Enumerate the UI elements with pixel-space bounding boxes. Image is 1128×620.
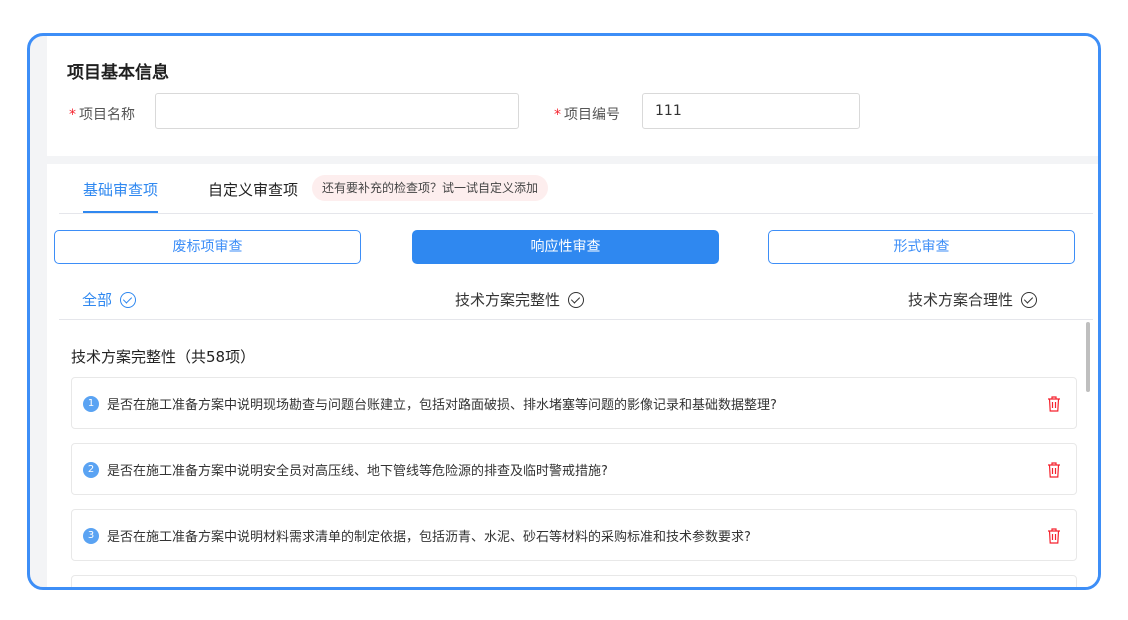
check-circle-icon <box>120 291 137 308</box>
formal-review-button[interactable]: 形式审查 <box>768 230 1075 264</box>
custom-tip-badge: 还有要补充的检查项？试一试自定义添加 <box>312 175 549 201</box>
basic-info-title: 项目基本信息 <box>67 63 169 83</box>
filter-rationality-label: 技术方案合理性 <box>908 291 1014 309</box>
project-number-label: * 项目编号 <box>554 104 620 124</box>
item-number-badge: 1 <box>83 396 99 412</box>
filter-completeness[interactable]: 技术方案完整性 <box>455 289 585 310</box>
item-text: 是否在施工准备方案中说明现场勘查与问题台账建立，包括对路面破损、排水堵塞等问题的… <box>107 398 777 413</box>
filter-rationality[interactable]: 技术方案合理性 <box>908 289 1038 310</box>
tab-basic-review[interactable]: 基础审查项 <box>83 179 159 213</box>
trash-icon[interactable] <box>1046 461 1062 479</box>
filter-completeness-label: 技术方案完整性 <box>455 291 561 309</box>
filter-divider <box>59 319 1093 320</box>
scrollbar-thumb[interactable] <box>1086 322 1090 392</box>
app-frame: 项目基本信息 * 项目名称 * 项目编号 111 基础审查项 自定义审查项 还有要补… <box>27 33 1101 590</box>
item-text: 是否在施工准备方案中说明材料需求清单的制定依据，包括沥青、水泥、砂石等材料的采购… <box>107 530 751 545</box>
required-mark: * <box>69 107 76 123</box>
review-item: 2 是否在施工准备方案中说明安全员对高压线、地下管线等危险源的排查及临时警戒措施… <box>71 443 1077 495</box>
item-text: 是否在施工准备方案中说明安全员对高压线、地下管线等危险源的排查及临时警戒措施? <box>107 464 608 479</box>
section-title: 技术方案完整性（共58项） <box>71 348 256 366</box>
item-number-badge: 3 <box>83 528 99 544</box>
invalid-bid-review-button[interactable]: 废标项审查 <box>54 230 361 264</box>
basic-info-card: 项目基本信息 * 项目名称 * 项目编号 111 <box>47 36 1098 156</box>
check-circle-icon <box>568 291 585 308</box>
project-number-input[interactable]: 111 <box>642 93 860 129</box>
project-name-label-text: 项目名称 <box>79 107 135 123</box>
review-tabs: 基础审查项 自定义审查项 还有要补充的检查项？试一试自定义添加 <box>59 164 1093 214</box>
review-item <box>71 575 1077 587</box>
trash-icon[interactable] <box>1046 527 1062 545</box>
tab-custom-review[interactable]: 自定义审查项 <box>208 179 298 200</box>
review-card: 基础审查项 自定义审查项 还有要补充的检查项？试一试自定义添加 废标项审查 响应… <box>47 164 1098 587</box>
project-number-label-text: 项目编号 <box>564 107 620 123</box>
check-circle-icon <box>1021 291 1038 308</box>
responsiveness-review-button[interactable]: 响应性审查 <box>412 230 719 264</box>
project-name-input[interactable] <box>155 93 519 129</box>
review-item: 3 是否在施工准备方案中说明材料需求清单的制定依据，包括沥青、水泥、砂石等材料的… <box>71 509 1077 561</box>
trash-icon[interactable] <box>1046 395 1062 413</box>
filter-all[interactable]: 全部 <box>82 289 137 310</box>
review-item: 1 是否在施工准备方案中说明现场勘查与问题台账建立，包括对路面破损、排水堵塞等问… <box>71 377 1077 429</box>
filter-all-label: 全部 <box>82 291 113 309</box>
required-mark: * <box>554 107 561 123</box>
project-name-label: * 项目名称 <box>69 104 135 124</box>
item-number-badge: 2 <box>83 462 99 478</box>
